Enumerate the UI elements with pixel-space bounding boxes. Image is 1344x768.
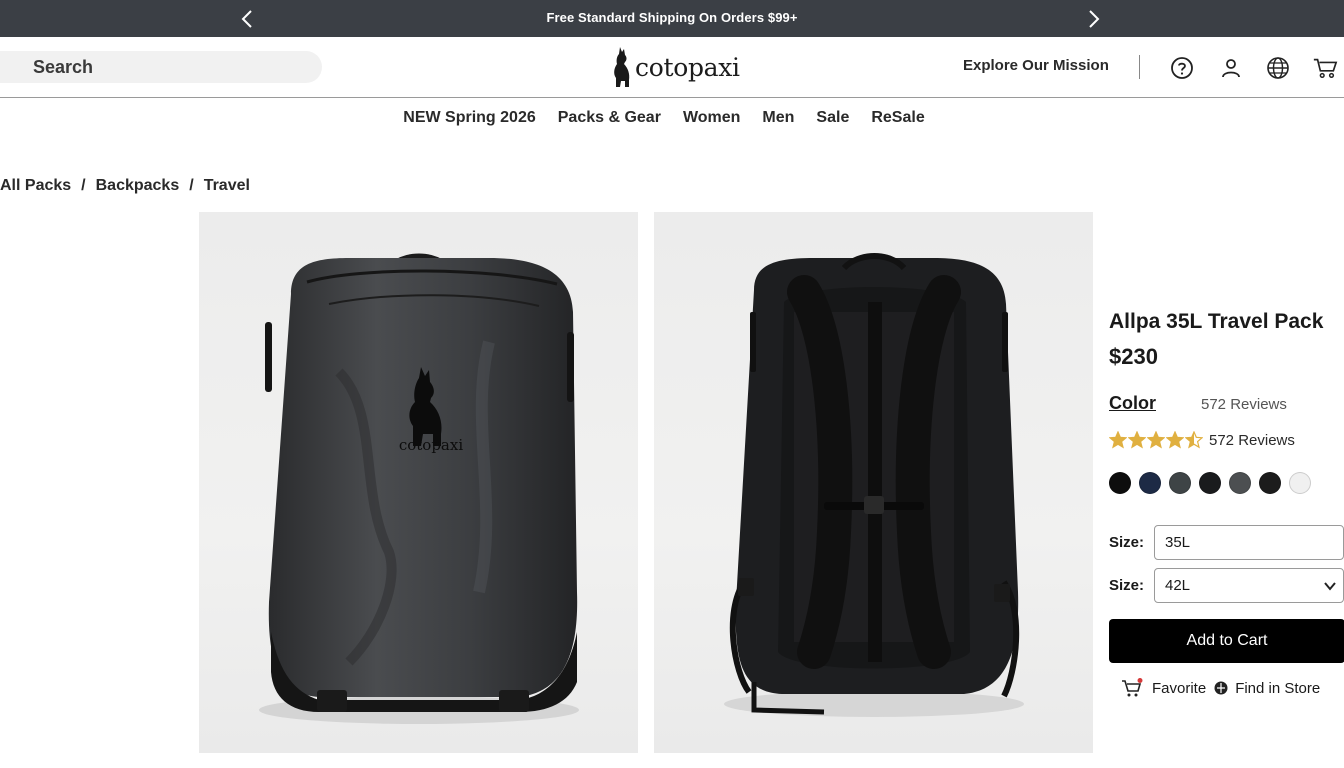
size-label: Size: [1109,534,1145,551]
nav-item-new-spring[interactable]: NEW Spring 2026 [403,109,535,127]
cart-icon[interactable] [1312,55,1338,81]
nav-item-sale[interactable]: Sale [816,109,849,127]
store-locator-icon [1214,681,1228,695]
cart-favorite-icon [1122,678,1143,697]
product-image-front[interactable]: cotopaxi [199,212,638,753]
star-icon [1185,431,1203,449]
color-swatch[interactable] [1199,472,1221,494]
search-placeholder: Search [33,56,94,77]
stars-group [1109,431,1203,449]
nav-item-men[interactable]: Men [762,109,794,127]
rating-reviews-count: 572 Reviews [1209,431,1295,449]
size-row-1: Size: 35L [1109,525,1344,560]
star-icon [1128,431,1146,449]
breadcrumb-travel[interactable]: Travel [204,177,250,195]
logo-wordmark: cotopaxi [635,52,740,82]
star-icon [1166,431,1184,449]
chevron-right-icon[interactable] [1082,7,1106,31]
breadcrumb-backpacks[interactable]: Backpacks [96,177,180,195]
size-field[interactable]: 35L [1154,525,1344,560]
size-select[interactable]: 42L [1154,568,1344,603]
announcement-text: Free Standard Shipping On Orders $99+ [546,10,798,25]
favorite-label: Favorite [1152,679,1207,697]
color-swatch[interactable] [1109,472,1131,494]
color-swatch[interactable] [1289,472,1311,494]
nav-item-women[interactable]: Women [683,109,740,127]
size-field-value: 35L [1165,534,1191,551]
color-swatch[interactable] [1229,472,1251,494]
product-title: Allpa 35L Travel Pack [1109,310,1324,333]
find-in-store-button[interactable]: Find in Store [1214,680,1320,697]
add-to-cart-button[interactable]: Add to Cart [1109,619,1344,663]
color-swatch[interactable] [1169,472,1191,494]
color-swatch[interactable] [1259,472,1281,494]
site-header: Search cotopaxi Explore Our Mission [0,37,1344,98]
site-logo[interactable]: cotopaxi [611,45,740,89]
star-rating[interactable]: 572 Reviews [1109,431,1295,449]
help-icon[interactable] [1169,55,1195,81]
color-swatch[interactable] [1139,472,1161,494]
breadcrumb-all-packs[interactable]: All Packs [0,177,71,195]
product-price: $230 [1109,344,1158,369]
color-link[interactable]: Color [1109,393,1156,414]
explore-mission-link[interactable]: Explore Our Mission [963,57,1109,74]
llama-logo-icon [614,47,630,87]
breadcrumb-separator: / [81,177,86,194]
header-divider [1139,55,1140,79]
globe-icon[interactable] [1265,55,1291,81]
product-image-back[interactable] [654,212,1093,753]
account-icon[interactable] [1218,55,1244,81]
announcement-bar: Free Standard Shipping On Orders $99+ [0,0,1344,37]
nav-item-resale[interactable]: ReSale [871,109,924,127]
find-in-store-label: Find in Store [1235,679,1321,697]
star-icon [1109,431,1127,449]
size-label: Size: [1109,577,1145,594]
reviews-count-text[interactable]: 572 Reviews [1201,396,1287,413]
nav-item-packs-gear[interactable]: Packs & Gear [558,109,661,127]
bag-logo-text: cotopaxi [399,436,463,454]
breadcrumb: All Packs / Backpacks / Travel [0,177,250,195]
search-input[interactable]: Search [0,51,322,83]
chevron-down-icon [1324,582,1336,591]
color-swatches [1109,472,1311,494]
favorite-button[interactable]: Favorite [1121,678,1206,698]
size-select-value: 42L [1165,577,1191,594]
breadcrumb-separator: / [189,177,194,194]
product-actions: Favorite Find in Store [1121,678,1320,698]
size-row-2: Size: 42L [1109,568,1344,603]
star-icon [1147,431,1165,449]
main-nav: NEW Spring 2026 Packs & Gear Women Men S… [0,98,1344,138]
